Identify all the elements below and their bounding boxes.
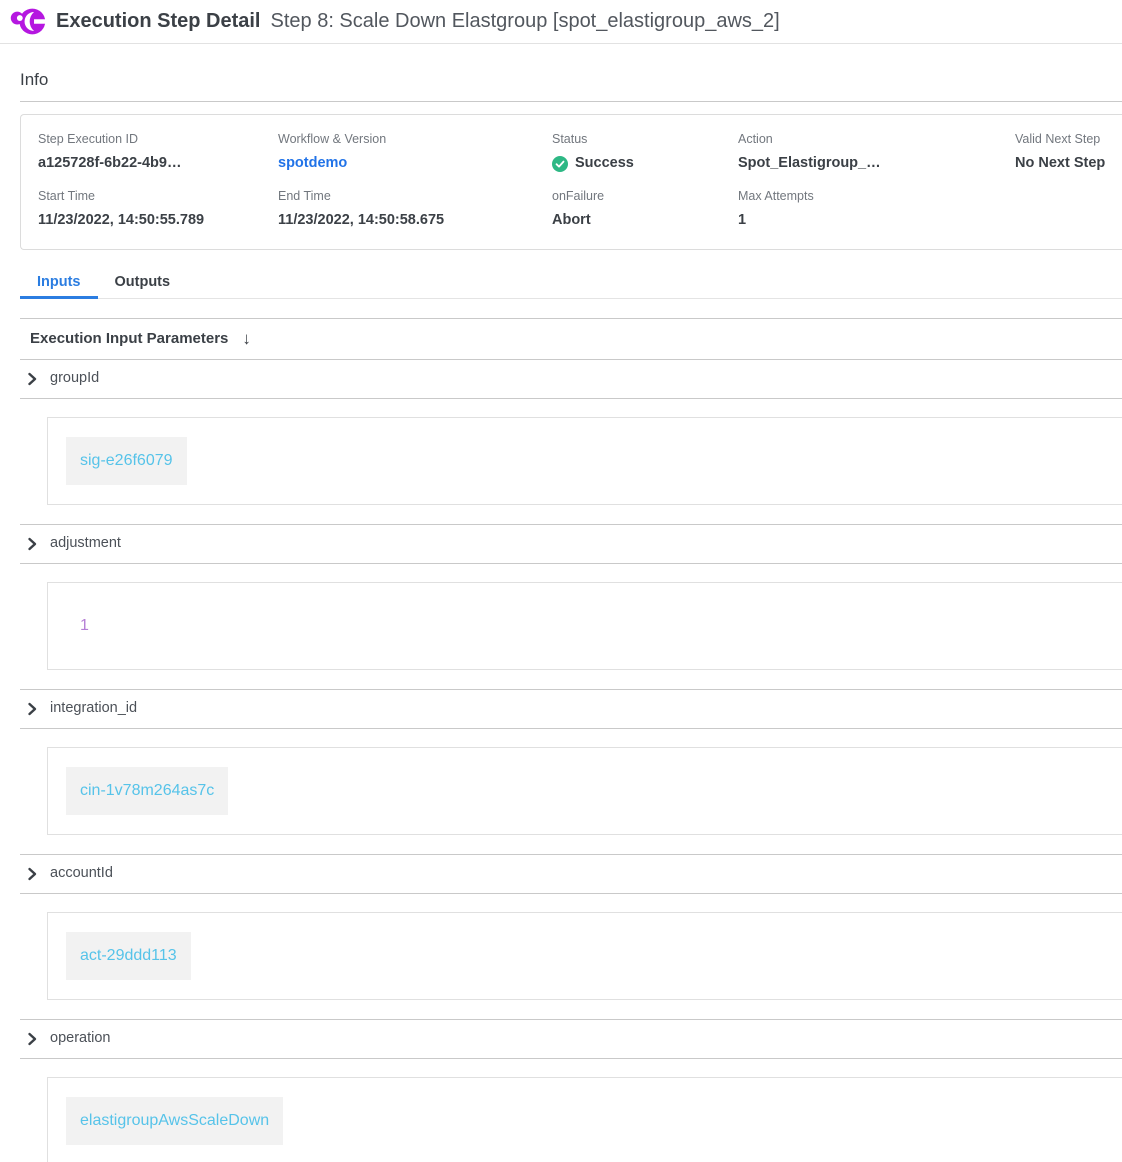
param-section-header[interactable]: accountId (20, 855, 1122, 893)
field-label: End Time (278, 189, 552, 204)
info-divider (20, 101, 1122, 102)
param-section-adjustment: adjustment 1 (20, 525, 1122, 690)
param-value-chip: elastigroupAwsScaleDown (66, 1097, 283, 1145)
param-section-accountid: accountId act-29ddd113 (20, 855, 1122, 1020)
field-end-time: End Time 11/23/2022, 14:50:58.675 (278, 189, 552, 229)
chevron-right-icon (25, 1032, 39, 1046)
field-value: Spot_Elastigroup_… (738, 155, 1015, 172)
chevron-right-icon (25, 702, 39, 716)
chevron-right-icon (25, 537, 39, 551)
field-valid-next-step: Valid Next Step No Next Step (1015, 132, 1122, 172)
field-label: Workflow & Version (278, 132, 552, 147)
param-section-header[interactable]: operation (20, 1020, 1122, 1058)
tab-bar: Inputs Outputs (20, 266, 1122, 299)
page-title: Execution Step Detail (56, 10, 261, 33)
chevron-right-icon (25, 867, 39, 881)
param-value-chip: act-29ddd113 (66, 932, 191, 980)
field-start-time: Start Time 11/23/2022, 14:50:55.789 (38, 189, 278, 229)
param-section-header[interactable]: groupId (20, 360, 1122, 398)
param-section-header[interactable]: integration_id (20, 690, 1122, 728)
field-label: Action (738, 132, 1015, 147)
page-subtitle: Step 8: Scale Down Elastgroup [spot_elas… (271, 10, 780, 33)
param-section-header[interactable]: adjustment (20, 525, 1122, 563)
param-panel-wrap: act-29ddd113 (20, 894, 1122, 1019)
param-value-panel: 1 (47, 582, 1122, 670)
param-section-integration-id: integration_id cin-1v78m264as7c (20, 690, 1122, 855)
param-section-groupid: groupId sig-e26f6079 (20, 360, 1122, 525)
field-workflow-version: Workflow & Version spotdemo (278, 132, 552, 172)
field-value: Abort (552, 212, 738, 229)
param-panel-wrap: elastigroupAwsScaleDown (20, 1059, 1122, 1162)
tab-inputs[interactable]: Inputs (20, 266, 98, 298)
field-step-execution-id: Step Execution ID a125728f-6b22-4b9… (38, 132, 278, 172)
tab-outputs[interactable]: Outputs (98, 266, 188, 298)
workflow-link[interactable]: spotdemo (278, 155, 552, 172)
field-value: 1 (738, 212, 1015, 229)
param-name: operation (50, 1029, 110, 1048)
status-text: Success (575, 155, 634, 172)
param-value-chip: sig-e26f6079 (66, 437, 187, 485)
param-value-panel: act-29ddd113 (47, 912, 1122, 1000)
field-label: Status (552, 132, 738, 147)
execution-input-parameters-header: Execution Input Parameters ↓ (20, 319, 1122, 359)
chevron-right-icon (25, 372, 39, 386)
field-label: Valid Next Step (1015, 132, 1122, 147)
success-check-icon (552, 156, 568, 172)
field-status: Status Success (552, 132, 738, 172)
status-value: Success (552, 155, 738, 172)
field-value: a125728f-6b22-4b9… (38, 155, 278, 172)
param-panel-wrap: 1 (20, 564, 1122, 689)
param-value-panel: cin-1v78m264as7c (47, 747, 1122, 835)
field-spacer (1015, 189, 1122, 229)
param-value-panel: elastigroupAwsScaleDown (47, 1077, 1122, 1162)
params-title: Execution Input Parameters (30, 330, 228, 347)
param-name: accountId (50, 864, 113, 883)
info-card: Step Execution ID a125728f-6b22-4b9… Wor… (20, 114, 1122, 250)
param-name: integration_id (50, 699, 137, 718)
field-onfailure: onFailure Abort (552, 189, 738, 229)
param-name: adjustment (50, 534, 121, 553)
collapse-down-arrow-icon[interactable]: ↓ (242, 330, 251, 347)
field-value: No Next Step (1015, 155, 1122, 172)
param-value-panel: sig-e26f6079 (47, 417, 1122, 505)
page-header: Execution Step Detail Step 8: Scale Down… (0, 0, 1122, 44)
field-action: Action Spot_Elastigroup_… (738, 132, 1015, 172)
info-section-heading: Info (20, 44, 1122, 101)
field-max-attempts: Max Attempts 1 (738, 189, 1015, 229)
param-section-operation: operation elastigroupAwsScaleDown (20, 1020, 1122, 1162)
field-label: Step Execution ID (38, 132, 278, 147)
field-label: Start Time (38, 189, 278, 204)
field-value: 11/23/2022, 14:50:55.789 (38, 212, 278, 229)
param-panel-wrap: sig-e26f6079 (20, 399, 1122, 524)
param-name: groupId (50, 369, 99, 388)
spot-logo-icon (9, 6, 47, 37)
field-label: onFailure (552, 189, 738, 204)
field-label: Max Attempts (738, 189, 1015, 204)
param-panel-wrap: cin-1v78m264as7c (20, 729, 1122, 854)
param-value-chip: 1 (66, 602, 103, 650)
param-value-chip: cin-1v78m264as7c (66, 767, 228, 815)
field-value: 11/23/2022, 14:50:58.675 (278, 212, 552, 229)
